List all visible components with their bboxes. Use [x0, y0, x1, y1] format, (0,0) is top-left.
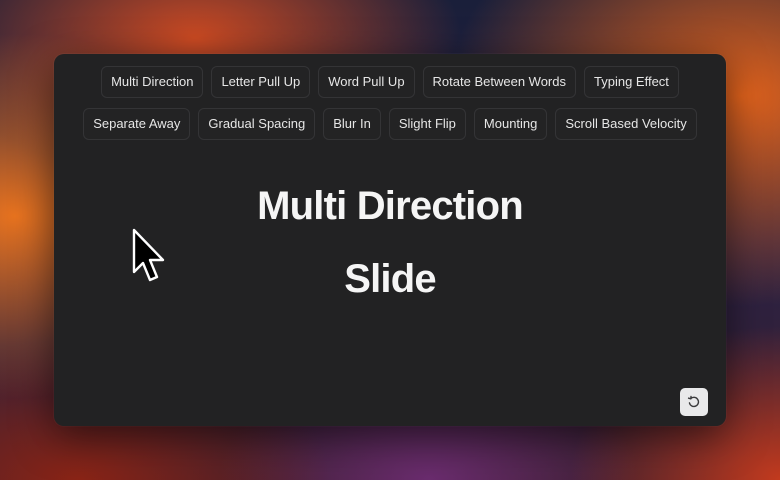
tab-gradual-spacing[interactable]: Gradual Spacing	[198, 108, 316, 140]
tab-letter-pull-up[interactable]: Letter Pull Up	[211, 66, 311, 98]
tab-slight-flip[interactable]: Slight Flip	[388, 108, 466, 140]
tab-separate-away[interactable]: Separate Away	[83, 108, 191, 140]
tab-multi-direction[interactable]: Multi Direction	[101, 66, 204, 98]
tab-word-pull-up[interactable]: Word Pull Up	[318, 66, 415, 98]
tab-mounting[interactable]: Mounting	[473, 108, 548, 140]
tab-rotate-between-words[interactable]: Rotate Between Words	[422, 66, 576, 98]
tab-row-bottom: Separate Away Gradual Spacing Blur In Sl…	[54, 108, 726, 140]
reset-button[interactable]	[680, 388, 708, 416]
preview-text-line-1: Multi Direction	[257, 184, 524, 228]
tab-typing-effect[interactable]: Typing Effect	[584, 66, 679, 98]
tab-scroll-based-velocity[interactable]: Scroll Based Velocity	[555, 108, 697, 140]
mouse-pointer-icon	[132, 228, 165, 282]
refresh-icon	[687, 395, 700, 408]
tab-blur-in[interactable]: Blur In	[323, 108, 381, 140]
tab-row-top: Multi Direction Letter Pull Up Word Pull…	[54, 66, 726, 98]
